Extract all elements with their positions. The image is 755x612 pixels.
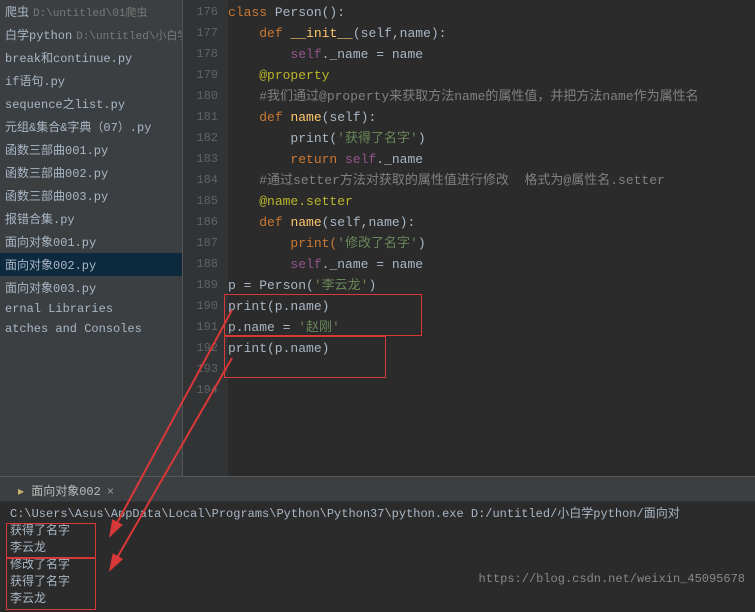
tree-item[interactable]: break和continue.py <box>0 46 182 69</box>
tree-item[interactable]: if语句.py <box>0 69 182 92</box>
console-output[interactable]: C:\Users\Asus\AppData\Local\Programs\Pyt… <box>0 502 755 612</box>
tree-item[interactable]: 爬虫D:\untitled\01爬虫 <box>0 0 182 23</box>
console-tab[interactable]: ▸ 面向对象002× <box>8 480 124 501</box>
exec-path: C:\Users\Asus\AppData\Local\Programs\Pyt… <box>10 506 745 523</box>
tree-item[interactable]: ernal Libraries <box>0 299 182 319</box>
tree-item[interactable]: 元组&集合&字典（07）.py <box>0 115 182 138</box>
tree-item-selected[interactable]: 面向对象002.py <box>0 253 182 276</box>
watermark: https://blog.csdn.net/weixin_45095678 <box>479 572 745 586</box>
tree-item[interactable]: 白学pythonD:\untitled\小白学py <box>0 23 182 46</box>
tree-item[interactable]: 函数三部曲001.py <box>0 138 182 161</box>
tree-item[interactable]: 报错合集.py <box>0 207 182 230</box>
tree-item[interactable]: atches and Consoles <box>0 319 182 339</box>
console-tabs[interactable]: ▸ 面向对象002× <box>0 477 755 502</box>
close-icon[interactable]: × <box>107 485 114 499</box>
tree-item[interactable]: 函数三部曲002.py <box>0 161 182 184</box>
tree-item[interactable]: sequence之list.py <box>0 92 182 115</box>
tree-item[interactable]: 函数三部曲003.py <box>0 184 182 207</box>
file-tree[interactable]: 爬虫D:\untitled\01爬虫 白学pythonD:\untitled\小… <box>0 0 183 476</box>
tree-item[interactable]: 面向对象001.py <box>0 230 182 253</box>
line-gutter: 1761771781791801811821831841851861871881… <box>183 0 228 476</box>
code-editor[interactable]: 1761771781791801811821831841851861871881… <box>183 0 755 476</box>
tree-item[interactable]: 面向对象003.py <box>0 276 182 299</box>
code-area[interactable]: class Person(): def __init__(self,name):… <box>228 0 755 476</box>
